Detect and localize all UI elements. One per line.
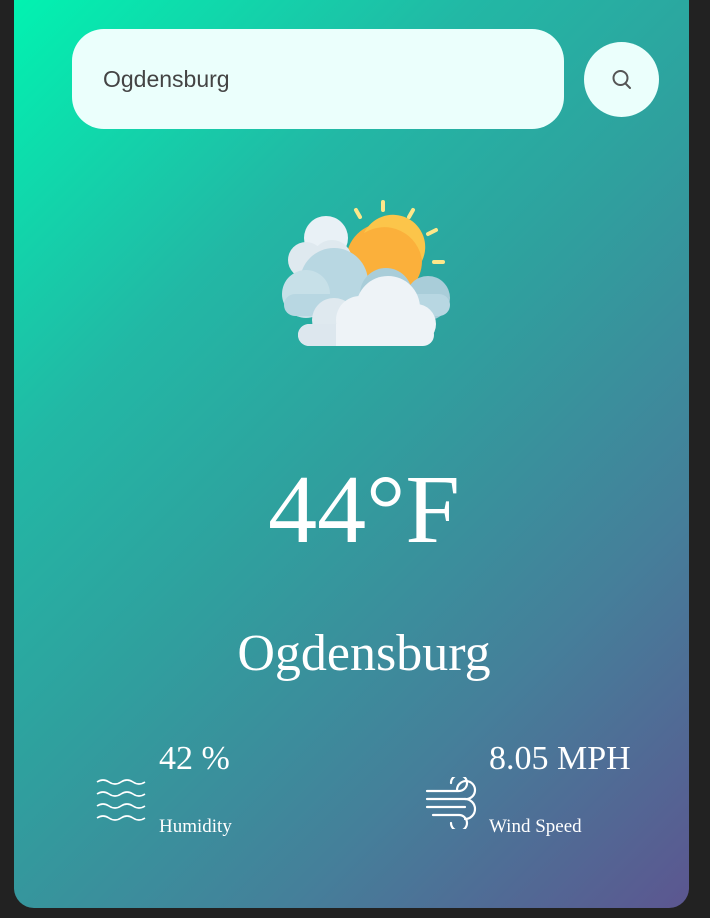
wind-icon — [425, 777, 477, 829]
city-name: Ogdensburg — [237, 625, 491, 682]
humidity-value: 42 % — [159, 740, 230, 777]
wind-speed-label: Wind Speed — [489, 816, 582, 837]
temperature: 44°F — [268, 456, 460, 564]
search-button[interactable] — [584, 42, 659, 117]
humidity-waves-icon — [96, 779, 146, 821]
search-icon — [612, 69, 631, 89]
search-input[interactable] — [72, 29, 564, 129]
wind-speed-value: 8.05 MPH — [489, 740, 631, 777]
card-content: 44°F Ogdensburg 42 % Humidity 8.05 MPH W… — [14, 0, 689, 908]
humidity-label: Humidity — [159, 816, 232, 837]
weather-card: 44°F Ogdensburg 42 % Humidity 8.05 MPH W… — [14, 0, 689, 908]
partly-cloudy-icon — [282, 200, 450, 346]
